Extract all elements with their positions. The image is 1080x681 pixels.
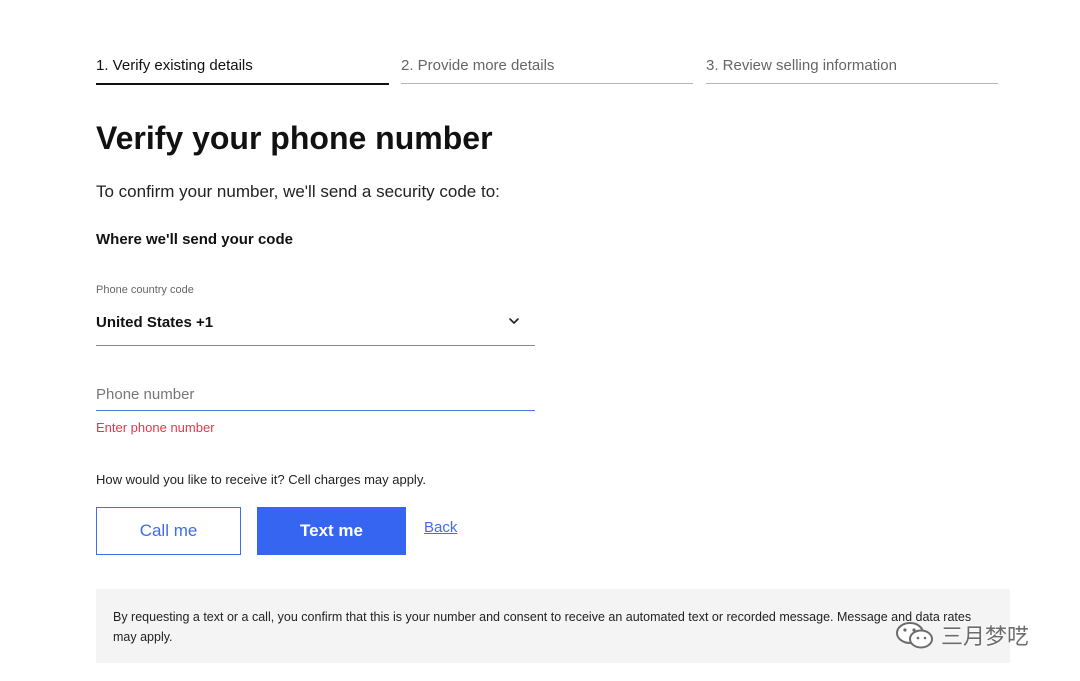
text-me-button[interactable]: Text me bbox=[257, 507, 406, 555]
section-heading: Where we'll send your code bbox=[96, 231, 293, 248]
page: 1. Verify existing details 2. Provide mo… bbox=[0, 0, 1080, 681]
phone-country-code-select[interactable]: Phone country code United States +1 bbox=[96, 283, 535, 346]
intro-text: To confirm your number, we'll send a sec… bbox=[96, 182, 500, 201]
page-title: Verify your phone number bbox=[96, 120, 493, 156]
step-label: 1. Verify existing details bbox=[96, 57, 253, 74]
step-review-selling-information[interactable]: 3. Review selling information bbox=[706, 56, 998, 86]
step-label: 3. Review selling information bbox=[706, 57, 897, 74]
watermark: 三月梦呓 bbox=[893, 615, 1029, 655]
country-code-caption: Phone country code bbox=[96, 284, 194, 296]
back-link[interactable]: Back bbox=[424, 518, 457, 538]
step-progress-bar bbox=[96, 83, 389, 85]
receive-method-prompt: How would you like to receive it? Cell c… bbox=[96, 472, 426, 487]
chevron-down-icon[interactable] bbox=[507, 314, 521, 328]
country-code-value: United States +1 bbox=[96, 314, 214, 331]
watermark-text: 三月梦呓 bbox=[941, 625, 1030, 650]
step-label: 2. Provide more details bbox=[401, 57, 555, 74]
phone-number-error: Enter phone number bbox=[96, 420, 215, 435]
step-provide-more-details[interactable]: 2. Provide more details bbox=[401, 56, 693, 86]
step-progress-bar bbox=[706, 83, 998, 84]
disclaimer-box: By requesting a text or a call, you conf… bbox=[96, 589, 1010, 663]
step-progress-bar bbox=[401, 83, 693, 84]
phone-number-field[interactable] bbox=[96, 380, 535, 411]
phone-number-input[interactable] bbox=[96, 380, 535, 408]
call-me-button[interactable]: Call me bbox=[96, 507, 241, 555]
step-verify-existing-details[interactable]: 1. Verify existing details bbox=[96, 56, 389, 86]
wechat-icon bbox=[896, 622, 933, 649]
disclaimer-text: By requesting a text or a call, you conf… bbox=[113, 610, 972, 644]
